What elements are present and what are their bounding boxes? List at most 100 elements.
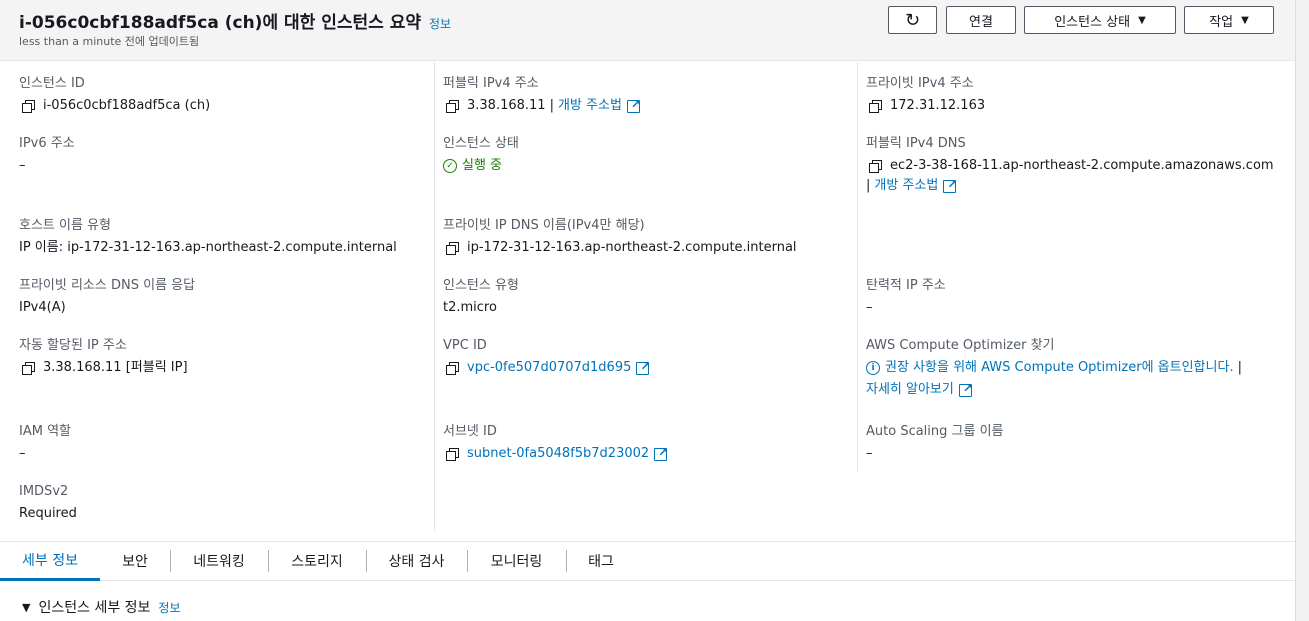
tab-networking[interactable]: 네트워킹 xyxy=(170,542,268,580)
field-label: 프라이빗 IPv4 주소 xyxy=(866,76,974,91)
field-label: 퍼블릭 IPv4 주소 xyxy=(443,76,539,91)
instance-type-value: t2.micro xyxy=(443,300,497,315)
check-circle-icon: ✓ xyxy=(443,159,457,173)
caret-down-icon: ▼ xyxy=(1241,14,1249,26)
auto-ip-value: 3.38.168.11 [퍼블릭 IP] xyxy=(43,360,188,375)
instance-id-value: i-056c0cbf188adf5ca (ch) xyxy=(43,98,211,113)
field-label: 프라이빗 리소스 DNS 이름 응답 xyxy=(19,278,196,293)
external-link-icon[interactable] xyxy=(958,379,973,397)
ipv6-value: – xyxy=(19,158,26,173)
field-subnet-id: 서브넷 ID subnet-0fa5048f5b7d23002 xyxy=(443,423,668,463)
tab-tags[interactable]: 태그 xyxy=(566,542,636,580)
page-scrollbar[interactable] xyxy=(1295,0,1309,621)
instance-state-value: 실행 중 xyxy=(462,158,503,173)
imdsv2-value: Required xyxy=(19,506,77,521)
actions-button-label: 작업 xyxy=(1209,14,1234,30)
field-label: 탄력적 IP 주소 xyxy=(866,278,946,293)
detail-tabs: 세부 정보 보안 네트워킹 스토리지 상태 검사 모니터링 태그 xyxy=(0,541,1295,581)
subnet-id-link[interactable]: subnet-0fa5048f5b7d23002 xyxy=(467,445,649,463)
private-ipv4-value: 172.31.12.163 xyxy=(890,98,986,113)
copy-icon[interactable] xyxy=(869,160,882,173)
connect-button[interactable]: 연결 xyxy=(946,6,1016,34)
iam-role-value: – xyxy=(19,446,26,461)
instance-summary-panel: i-056c0cbf188adf5ca (ch)에 대한 인스턴스 요약 정보 l… xyxy=(0,0,1295,621)
field-hostname-type: 호스트 이름 유형 IP 이름: ip-172-31-12-163.ap-nor… xyxy=(19,217,397,257)
tab-details[interactable]: 세부 정보 xyxy=(0,542,100,581)
section-title: 인스턴스 세부 정보 xyxy=(38,600,151,616)
copy-icon[interactable] xyxy=(446,242,459,255)
field-instance-type: 인스턴스 유형 t2.micro xyxy=(443,277,519,317)
tab-monitoring[interactable]: 모니터링 xyxy=(467,542,566,580)
separator: | xyxy=(866,178,871,193)
field-asg-name: Auto Scaling 그룹 이름 – xyxy=(866,423,1004,463)
field-label: 인스턴스 상태 xyxy=(443,136,519,151)
external-link-icon[interactable] xyxy=(654,443,668,461)
external-link-icon[interactable] xyxy=(626,95,641,113)
field-imdsv2: IMDSv2 Required xyxy=(19,483,77,523)
private-dns-value: ip-172-31-12-163.ap-northeast-2.compute.… xyxy=(467,240,797,255)
learn-more-link[interactable]: 자세히 알아보기 xyxy=(866,381,954,399)
tab-security[interactable]: 보안 xyxy=(100,542,170,580)
field-private-resource-dns: 프라이빗 리소스 DNS 이름 응답 IPv4(A) xyxy=(19,277,195,317)
copy-icon[interactable] xyxy=(22,100,35,113)
tab-storage[interactable]: 스토리지 xyxy=(268,542,366,580)
field-label: IMDSv2 xyxy=(19,484,69,499)
private-resource-dns-value: IPv4(A) xyxy=(19,300,66,315)
info-link[interactable]: 정보 xyxy=(429,17,451,31)
page-title-text: i-056c0cbf188adf5ca (ch)에 대한 인스턴스 요약 xyxy=(19,13,421,33)
field-vpc-id: VPC ID vpc-0fe507d0707d1d695 xyxy=(443,337,650,377)
field-instance-state: 인스턴스 상태 ✓ 실행 중 xyxy=(443,135,519,175)
instance-state-button[interactable]: 인스턴스 상태 ▼ xyxy=(1024,6,1176,34)
tab-status-checks[interactable]: 상태 검사 xyxy=(366,542,467,580)
optimizer-opt-in-link[interactable]: 권장 사항을 위해 AWS Compute Optimizer에 옵트인합니다. xyxy=(885,359,1234,377)
last-updated-text: less than a minute 전에 업데이트됨 xyxy=(19,35,200,48)
field-label: 인스턴스 유형 xyxy=(443,278,519,293)
field-auto-ip: 자동 할당된 IP 주소 3.38.168.11 [퍼블릭 IP] xyxy=(19,337,188,377)
column-divider xyxy=(857,62,858,472)
open-address-link[interactable]: 개방 주소법 xyxy=(874,177,938,195)
field-compute-optimizer: AWS Compute Optimizer 찾기 i 권장 사항을 위해 AWS … xyxy=(866,337,1246,399)
field-instance-id: 인스턴스 ID i-056c0cbf188adf5ca (ch) xyxy=(19,75,210,115)
refresh-icon: ↻ xyxy=(904,9,921,31)
actions-button[interactable]: 작업 ▼ xyxy=(1184,6,1274,34)
field-label: IAM 역할 xyxy=(19,424,71,439)
field-elastic-ip: 탄력적 IP 주소 – xyxy=(866,277,946,317)
field-label: 프라이빗 IP DNS 이름(IPv4만 해당) xyxy=(443,218,645,233)
field-label: VPC ID xyxy=(443,338,487,353)
field-label: 호스트 이름 유형 xyxy=(19,218,111,233)
field-label: AWS Compute Optimizer 찾기 xyxy=(866,338,1055,353)
field-private-ipv4: 프라이빗 IPv4 주소 172.31.12.163 xyxy=(866,75,985,115)
copy-icon[interactable] xyxy=(22,362,35,375)
hostname-type-value: IP 이름: ip-172-31-12-163.ap-northeast-2.c… xyxy=(19,240,397,255)
vpc-id-link[interactable]: vpc-0fe507d0707d1d695 xyxy=(467,359,631,377)
elastic-ip-value: – xyxy=(866,300,873,315)
asg-name-value: – xyxy=(866,446,873,461)
refresh-button[interactable]: ↻ xyxy=(888,6,937,34)
column-divider xyxy=(434,62,435,531)
summary-header: i-056c0cbf188adf5ca (ch)에 대한 인스턴스 요약 정보 l… xyxy=(0,0,1295,61)
instance-details-section-header[interactable]: ▼ 인스턴스 세부 정보 정보 xyxy=(22,597,181,617)
field-label: 인스턴스 ID xyxy=(19,76,85,91)
open-address-link[interactable]: 개방 주소법 xyxy=(558,97,622,115)
instance-state-button-label: 인스턴스 상태 xyxy=(1054,14,1131,30)
external-link-icon[interactable] xyxy=(636,357,650,375)
info-link[interactable]: 정보 xyxy=(158,599,180,616)
field-private-dns: 프라이빗 IP DNS 이름(IPv4만 해당) ip-172-31-12-16… xyxy=(443,217,797,257)
external-link-icon[interactable] xyxy=(943,175,957,193)
copy-icon[interactable] xyxy=(446,448,459,461)
separator: | xyxy=(1237,360,1242,375)
connect-button-label: 연결 xyxy=(969,14,993,30)
copy-icon[interactable] xyxy=(446,100,459,113)
public-dns-value: ec2-3-38-168-11.ap-northeast-2.compute.a… xyxy=(890,158,1274,173)
separator: | xyxy=(549,98,554,113)
field-label: Auto Scaling 그룹 이름 xyxy=(866,424,1004,439)
caret-down-icon: ▼ xyxy=(22,600,31,614)
copy-icon[interactable] xyxy=(869,100,882,113)
field-label: 자동 할당된 IP 주소 xyxy=(19,338,127,353)
field-label: 서브넷 ID xyxy=(443,424,497,439)
field-public-ipv4: 퍼블릭 IPv4 주소 3.38.168.11 | 개방 주소법 xyxy=(443,75,641,115)
field-label: 퍼블릭 IPv4 DNS xyxy=(866,136,966,151)
copy-icon[interactable] xyxy=(446,362,459,375)
page-title: i-056c0cbf188adf5ca (ch)에 대한 인스턴스 요약 정보 xyxy=(19,8,451,33)
field-public-dns: 퍼블릭 IPv4 DNS ec2-3-38-168-11.ap-northeas… xyxy=(866,135,1274,195)
